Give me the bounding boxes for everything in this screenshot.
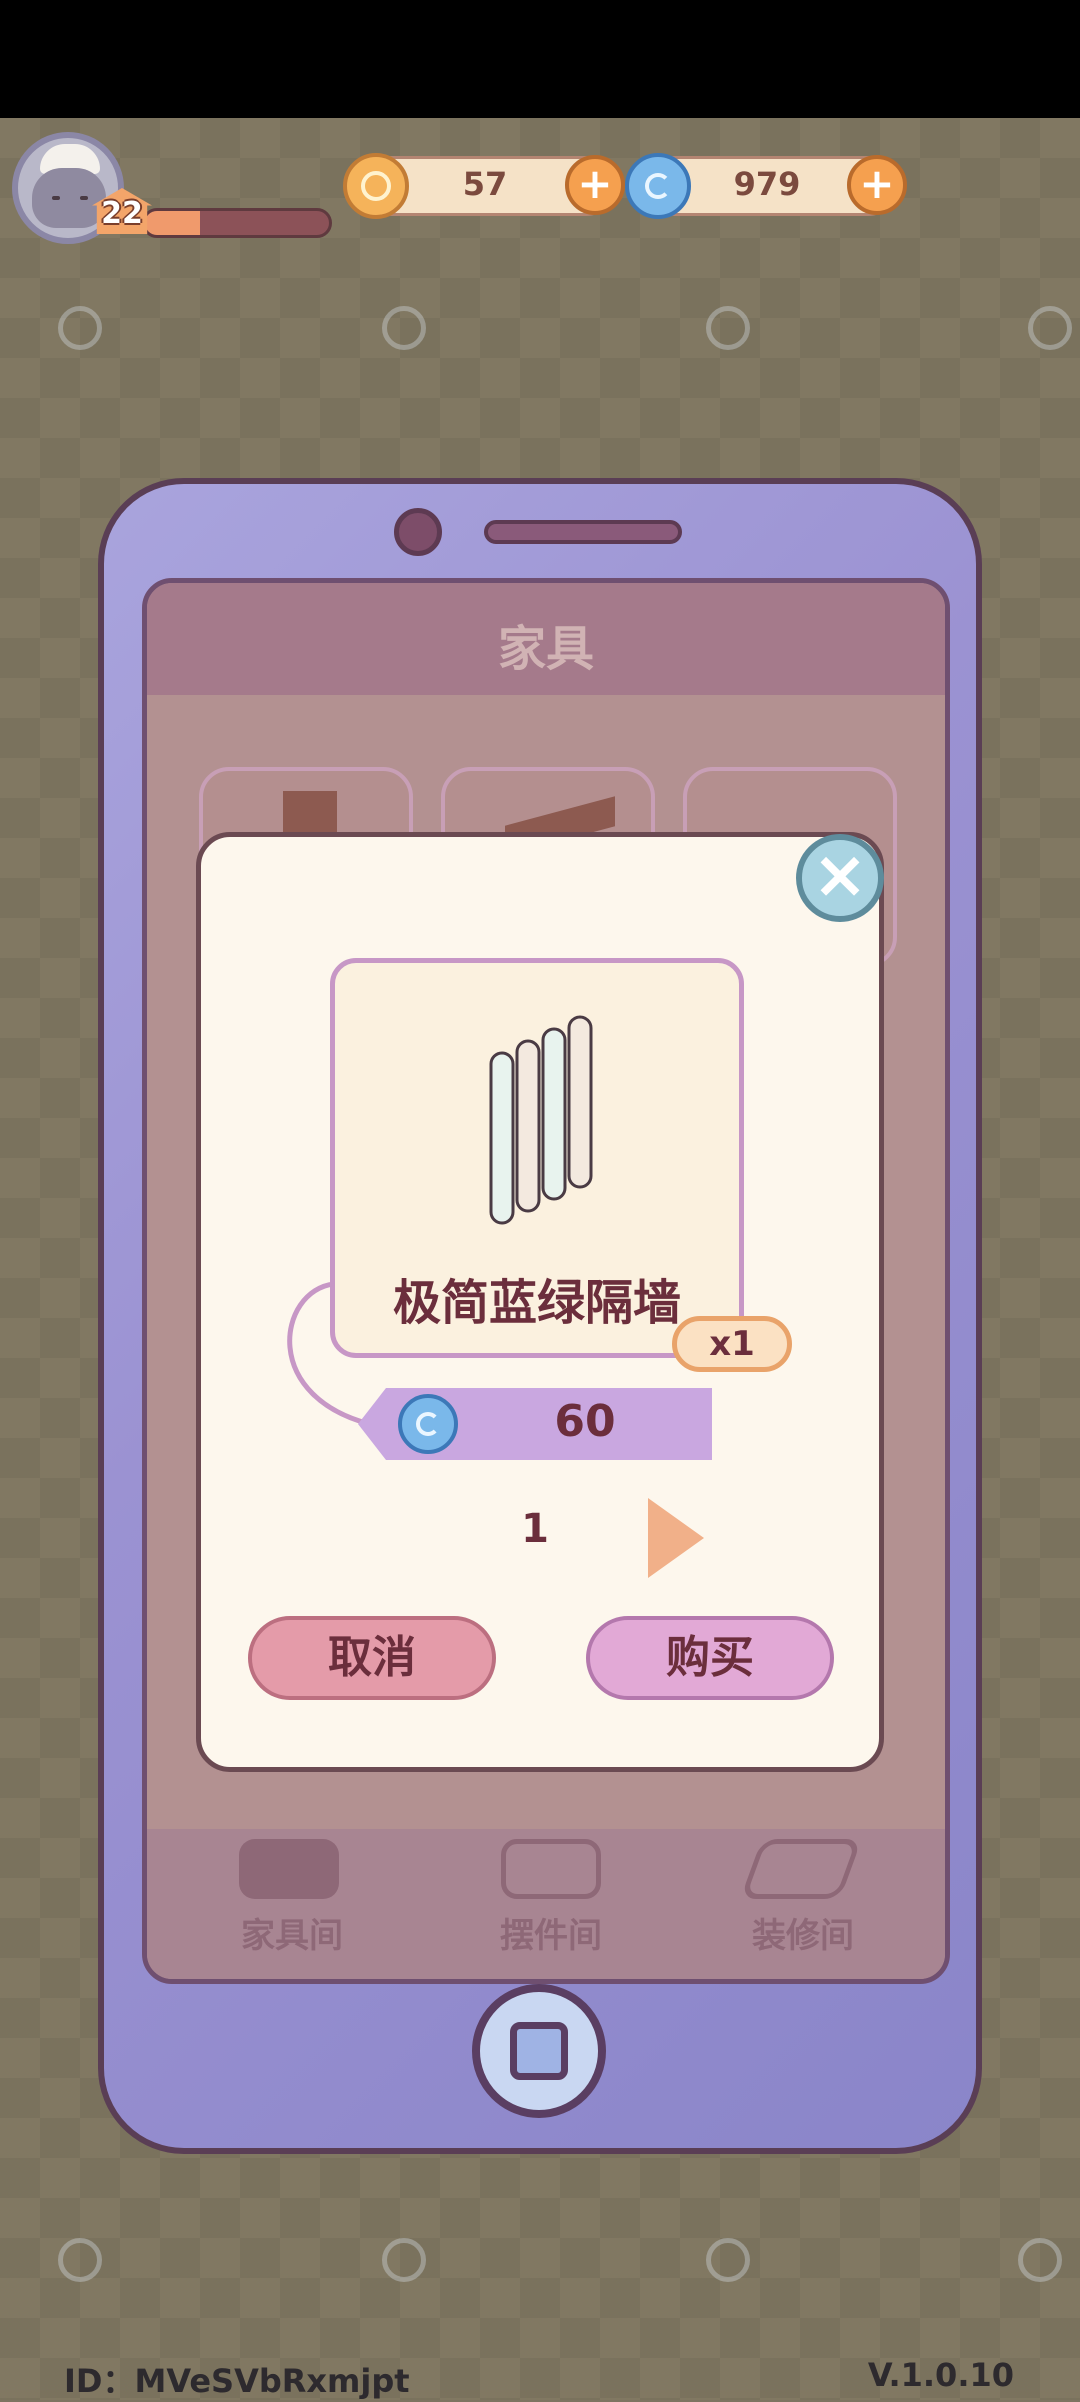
sun-decoration-icon [1010,288,1080,368]
tab-furniture-room[interactable]: 家具间 [192,1908,392,1957]
sun-decoration-icon [364,288,444,368]
sun-decoration-icon [1000,2220,1080,2300]
phone-home-button[interactable] [472,1984,606,2118]
sun-decoration-icon [40,288,120,368]
player-id: ID：MVeSVbRxmjpt [64,2362,410,2400]
close-icon[interactable]: × [796,834,884,922]
sun-decoration-icon [688,288,768,368]
coin-value: 57 [462,165,508,203]
status-bar [0,0,1080,118]
level-value: 22 [101,196,143,231]
tag-string-icon [287,1281,379,1429]
sun-decoration-icon [364,2220,444,2300]
xp-progress-fill [145,211,201,235]
gem-icon [398,1394,458,1454]
teacup-icon [501,1839,601,1899]
cancel-button[interactable]: 取消 [248,1616,496,1700]
xp-progress-bar [142,208,332,238]
item-card: 极简蓝绿隔墙 [330,958,744,1358]
speaker-icon [484,520,682,544]
sun-decoration-icon [688,2220,768,2300]
quantity-value: 1 [521,1506,549,1552]
camera-icon [394,508,442,556]
armchair-icon [239,1839,339,1899]
buy-button[interactable]: 购买 [586,1616,834,1700]
tab-ornament-room[interactable]: 摆件间 [451,1908,651,1957]
version-label: V.1.0.10 [867,2356,1014,2394]
partition-wall-icon [489,1015,593,1225]
tab-decoration-room[interactable]: 装修间 [703,1908,903,1957]
gem-value: 979 [733,165,801,203]
coin-icon [343,153,409,219]
add-coins-button[interactable]: + [565,155,625,215]
category-tabs: 家具间 摆件间 装修间 [147,1829,945,1979]
price-value: 60 [554,1396,616,1447]
floor-tile-icon [740,1839,862,1899]
screen-header: 家具 [147,583,945,695]
sun-decoration-icon [40,2220,120,2300]
gem-counter: 979 + [625,153,907,219]
level-badge: 22 [92,188,152,234]
coin-counter: 57 + [343,153,625,219]
item-name: 极简蓝绿隔墙 [392,1275,681,1331]
screen-title: 家具 [497,621,594,677]
item-quantity-badge: x1 [672,1316,792,1372]
add-gems-button[interactable]: + [847,155,907,215]
gem-icon [625,153,691,219]
